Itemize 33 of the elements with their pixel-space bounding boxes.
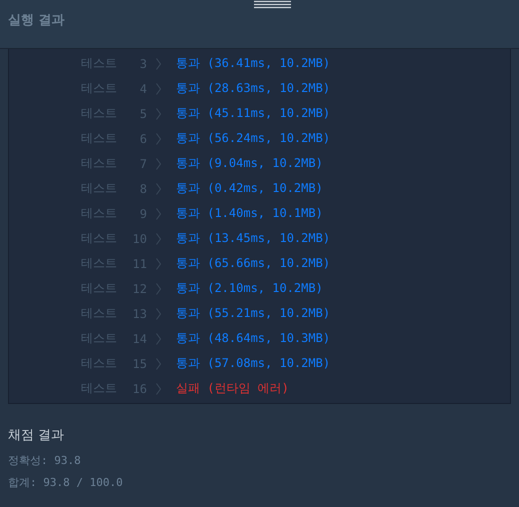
grading-title: 채점 결과: [8, 427, 66, 444]
test-result: 통과 (2.10ms, 10.2MB): [176, 280, 323, 297]
chevron-right-icon: [156, 182, 161, 194]
test-result: 통과 (9.04ms, 10.2MB): [176, 155, 323, 172]
chevron-right-icon: [156, 208, 161, 220]
test-result: 통과 (57.08ms, 10.2MB): [176, 355, 330, 372]
chevron-right-icon: [156, 132, 161, 144]
test-result: 통과 (0.42ms, 10.2MB): [176, 180, 323, 197]
test-result: 통과 (45.11ms, 10.2MB): [176, 105, 330, 122]
test-result: 통과 (36.41ms, 10.2MB): [176, 55, 330, 72]
chevron-right-icon: [156, 108, 161, 120]
chevron-right-icon: [156, 82, 161, 94]
chevron-right-icon: [156, 158, 161, 170]
chevron-right-icon: [156, 232, 161, 244]
panel-title: 실행 결과: [8, 12, 65, 29]
chevron-right-icon: [156, 308, 161, 320]
chevron-right-icon: [156, 258, 161, 270]
test-result: 통과 (55.21ms, 10.2MB): [176, 305, 330, 322]
test-result: 통과 (13.45ms, 10.2MB): [176, 230, 330, 247]
chevron-right-icon: [156, 358, 161, 370]
score-line: 합계: 93.8 / 100.0: [8, 475, 124, 491]
test-result: 통과 (1.40ms, 10.1MB): [176, 205, 323, 222]
test-result: 통과 (48.64ms, 10.3MB): [176, 330, 330, 347]
score-line: 정확성: 93.8: [8, 453, 82, 469]
test-result: 실패 (런타임 에러): [176, 380, 289, 397]
chevron-right-icon: [156, 382, 161, 394]
chevron-right-icon: [156, 58, 161, 70]
test-result: 통과 (65.66ms, 10.2MB): [176, 255, 330, 272]
test-result: 통과 (28.63ms, 10.2MB): [176, 80, 330, 97]
drag-handle-icon[interactable]: [254, 0, 291, 9]
test-result: 통과 (56.24ms, 10.2MB): [176, 130, 330, 147]
chevron-right-icon: [156, 332, 161, 344]
chevron-right-icon: [156, 282, 161, 294]
